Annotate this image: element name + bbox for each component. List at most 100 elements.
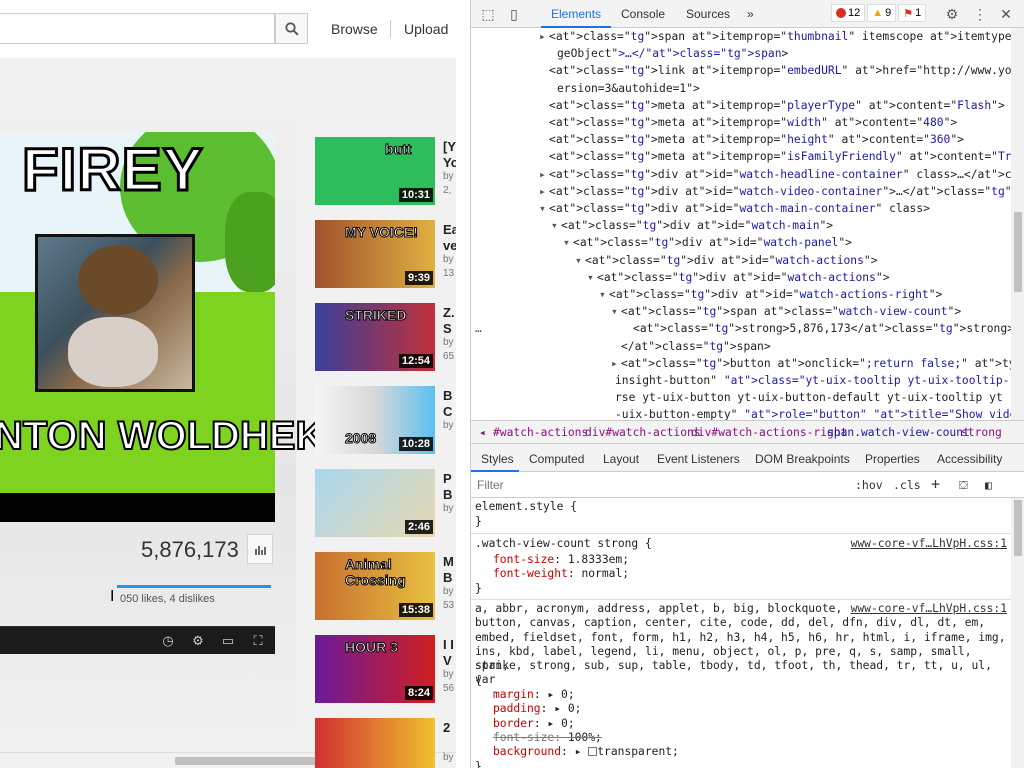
style-property[interactable]: font-size: 100%; [471, 731, 1011, 745]
styles-subtab-event-listeners[interactable]: Event Listeners [657, 452, 740, 466]
expand-arrow-icon[interactable]: ▾ [599, 286, 606, 303]
warning-badge[interactable]: ▲ 9 [867, 4, 897, 22]
related-video-thumbnail[interactable]: Animal Crossing 15:38 [315, 552, 435, 620]
styles-subtab-styles[interactable]: Styles [481, 452, 514, 466]
dom-row-options-icon[interactable]: … [475, 320, 482, 337]
related-video-title[interactable]: I I [443, 637, 454, 652]
expand-arrow-icon[interactable]: ▾ [587, 269, 594, 286]
expand-arrow-icon[interactable]: ▾ [551, 217, 558, 234]
style-property[interactable]: background: ▸ transparent; [471, 745, 1011, 759]
related-video-title[interactable]: M [443, 554, 454, 569]
expand-arrow-icon[interactable]: ▸ [611, 355, 618, 372]
expand-arrow-icon[interactable]: ▾ [611, 303, 618, 320]
related-video-title-line2[interactable]: S [443, 321, 452, 336]
related-video-title-line2[interactable]: C [443, 404, 452, 419]
related-video-item[interactable]: Animal Crossing 15:38 M Bby 53 [315, 552, 454, 620]
add-rule-button[interactable]: + [931, 475, 940, 493]
toggle-sidebar-icon[interactable]: ◧ [985, 478, 992, 492]
related-video-title-line2[interactable]: B [443, 570, 452, 585]
issue-badges[interactable]: 12 ▲ 9 ⚑ 1 [831, 4, 927, 24]
style-property[interactable]: border: ▸ 0; [471, 717, 1011, 731]
tab-sources[interactable]: Sources [686, 7, 730, 21]
related-video-thumbnail[interactable]: HOUR 3 8:24 [315, 635, 435, 703]
related-video-item[interactable]: 2008 10:28 B Cby [315, 386, 454, 454]
breadcrumb-item[interactable]: div#watch-actions [585, 426, 701, 439]
related-video-item[interactable]: butt 10:31 [Y Yo by 2, [315, 137, 456, 205]
expand-shorthand-icon[interactable]: ▸ [547, 688, 561, 701]
dom-tree-scrollbar[interactable] [1011, 28, 1024, 420]
breadcrumb-back-icon[interactable]: ◂ [479, 426, 486, 439]
theater-mode-icon[interactable]: ▭ [220, 633, 236, 649]
related-video-title[interactable]: P [443, 471, 452, 486]
styles-subtab-properties[interactable]: Properties [865, 452, 920, 466]
expand-arrow-icon[interactable]: ▾ [575, 252, 582, 269]
related-video-title[interactable]: 2 [443, 720, 450, 735]
breadcrumb-item[interactable]: span.watch-view-count [827, 426, 970, 439]
paint-brush-icon[interactable]: ⛋ [959, 478, 968, 493]
error-badge[interactable]: 12 [831, 4, 866, 22]
expand-arrow-icon[interactable]: ▸ [539, 28, 546, 45]
related-video-item[interactable]: MY VOICE! 9:39 Ea ve by 13 [315, 220, 456, 288]
style-property[interactable]: margin: ▸ 0; [471, 688, 1011, 702]
device-toolbar-icon[interactable]: ▯ [505, 5, 523, 23]
styles-scrollbar[interactable] [1011, 498, 1024, 768]
related-video-thumbnail[interactable]: butt 10:31 [315, 137, 435, 205]
related-video-thumbnail[interactable] [315, 718, 435, 768]
expand-arrow-icon[interactable]: ▸ [539, 166, 546, 183]
expand-shorthand-icon[interactable]: ▸ [547, 717, 561, 730]
expand-arrow-icon[interactable]: ▸ [539, 183, 546, 200]
video-stats-button[interactable] [247, 534, 273, 564]
related-video-title-line2[interactable]: ve [443, 238, 456, 253]
browse-link[interactable]: Browse [331, 21, 378, 37]
related-video-item[interactable]: 2:46 P Bby [315, 469, 454, 537]
search-input[interactable] [0, 13, 275, 44]
settings-gear-icon[interactable]: ⚙ [943, 5, 961, 23]
search-button[interactable] [275, 13, 308, 44]
expand-arrow-icon[interactable]: ▾ [563, 234, 570, 251]
tab-elements[interactable]: Elements [551, 7, 601, 21]
styles-subtab-layout[interactable]: Layout [603, 452, 639, 466]
related-video-title[interactable]: B [443, 388, 452, 403]
styles-filter-input[interactable]: Filter [477, 478, 504, 492]
related-video-item[interactable]: 2 by [315, 718, 454, 768]
kebab-menu-icon[interactable]: ⋮ [971, 5, 989, 23]
related-video-title[interactable]: Ea [443, 222, 456, 237]
expand-shorthand-icon[interactable]: ▸ [554, 702, 568, 715]
style-property[interactable]: padding: ▸ 0; [471, 702, 1011, 716]
upload-link[interactable]: Upload [404, 21, 448, 37]
related-video-thumbnail[interactable]: MY VOICE! 9:39 [315, 220, 435, 288]
expand-shorthand-icon[interactable]: ▸ [575, 745, 589, 758]
styles-subtab-computed[interactable]: Computed [529, 452, 584, 466]
class-toggle[interactable]: .cls [893, 478, 921, 492]
breadcrumb-item[interactable]: strong [961, 426, 1002, 439]
gear-icon[interactable]: ⚙ [190, 633, 206, 649]
related-video-thumbnail[interactable]: 2:46 [315, 469, 435, 537]
more-tabs-button[interactable]: » [747, 7, 754, 21]
related-video-title-line2[interactable]: B [443, 487, 452, 502]
issues-badge[interactable]: ⚑ 1 [898, 4, 927, 22]
related-video-title-line2[interactable]: Yo [443, 155, 456, 170]
fullscreen-icon[interactable]: ⛶ [250, 633, 266, 649]
style-property[interactable]: font-weight: normal; [471, 567, 1011, 581]
related-video-title-line2[interactable]: V [443, 653, 452, 668]
related-video-title[interactable]: Z. [443, 305, 455, 320]
styles-subtab-dom-breakpoints[interactable]: DOM Breakpoints [755, 452, 850, 466]
related-video-item[interactable]: STRIKED 12:54 Z. Sby 65 [315, 303, 455, 371]
breadcrumb-item[interactable]: #watch-actions [493, 426, 588, 439]
styles-subtab-accessibility[interactable]: Accessibility [937, 452, 1002, 466]
style-source-link[interactable]: www-core-vf…LhVpH.css:1 [851, 537, 1007, 551]
related-video-thumbnail[interactable]: STRIKED 12:54 [315, 303, 435, 371]
hover-state-toggle[interactable]: :hov [855, 478, 883, 492]
related-video-item[interactable]: HOUR 3 8:24 I I Vby 56 [315, 635, 454, 703]
tab-console[interactable]: Console [621, 7, 665, 21]
style-source-link[interactable]: www-core-vf…LhVpH.css:1 [851, 602, 1007, 616]
close-icon[interactable]: ✕ [997, 5, 1015, 23]
style-property[interactable]: font-size: 1.8333em; [471, 553, 1011, 567]
color-swatch-icon[interactable] [588, 747, 598, 757]
inspect-element-icon[interactable]: ⬚ [479, 5, 497, 23]
related-video-thumbnail[interactable]: 2008 10:28 [315, 386, 435, 454]
expand-arrow-icon[interactable]: ▾ [539, 200, 546, 217]
breadcrumb-item[interactable]: div#watch-actions-right [691, 426, 847, 439]
clock-icon[interactable]: ◷ [160, 633, 176, 649]
related-video-title[interactable]: [Y [443, 139, 456, 154]
